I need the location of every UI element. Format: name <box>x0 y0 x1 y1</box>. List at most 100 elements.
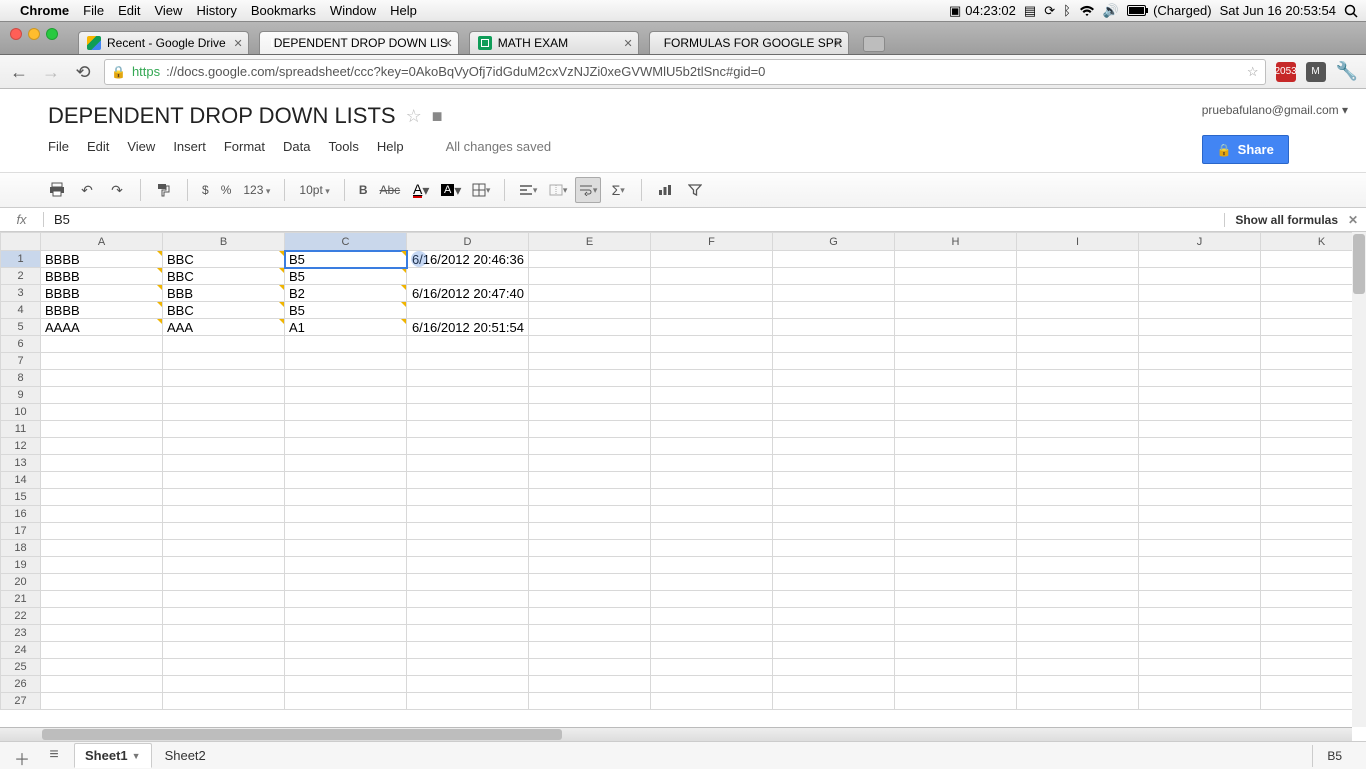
menu-view[interactable]: View <box>127 139 155 154</box>
cell-B18[interactable] <box>163 540 285 557</box>
col-header-F[interactable]: F <box>651 233 773 251</box>
cell-E25[interactable] <box>529 659 651 676</box>
cell-K26[interactable] <box>1261 676 1353 693</box>
cell-A18[interactable] <box>41 540 163 557</box>
cell-F7[interactable] <box>651 353 773 370</box>
cell-G12[interactable] <box>773 438 895 455</box>
cell-K14[interactable] <box>1261 472 1353 489</box>
cell-B20[interactable] <box>163 574 285 591</box>
cell-K15[interactable] <box>1261 489 1353 506</box>
mac-menu-file[interactable]: File <box>83 3 104 18</box>
chrome-menu-icon[interactable]: 🔧 <box>1336 61 1358 82</box>
chevron-down-icon[interactable]: ▼ <box>132 751 141 761</box>
cell-H17[interactable] <box>895 523 1017 540</box>
cell-I15[interactable] <box>1017 489 1139 506</box>
cell-E3[interactable] <box>529 285 651 302</box>
borders-button[interactable] <box>468 177 494 203</box>
cell-C10[interactable] <box>285 404 407 421</box>
font-size-select[interactable]: 10pt <box>295 183 333 197</box>
cell-B26[interactable] <box>163 676 285 693</box>
cell-E4[interactable] <box>529 302 651 319</box>
cell-F19[interactable] <box>651 557 773 574</box>
cell-C22[interactable] <box>285 608 407 625</box>
cell-A7[interactable] <box>41 353 163 370</box>
cell-I21[interactable] <box>1017 591 1139 608</box>
cell-I10[interactable] <box>1017 404 1139 421</box>
cell-F14[interactable] <box>651 472 773 489</box>
cell-J19[interactable] <box>1139 557 1261 574</box>
cell-H23[interactable] <box>895 625 1017 642</box>
cell-E20[interactable] <box>529 574 651 591</box>
cell-A10[interactable] <box>41 404 163 421</box>
cell-E9[interactable] <box>529 387 651 404</box>
cell-D26[interactable] <box>407 676 529 693</box>
cell-G3[interactable] <box>773 285 895 302</box>
cell-B6[interactable] <box>163 336 285 353</box>
cell-C7[interactable] <box>285 353 407 370</box>
cell-K10[interactable] <box>1261 404 1353 421</box>
cell-B17[interactable] <box>163 523 285 540</box>
col-header-E[interactable]: E <box>529 233 651 251</box>
forward-button[interactable]: → <box>40 61 62 83</box>
row-header-27[interactable]: 27 <box>1 693 41 710</box>
cell-I4[interactable] <box>1017 302 1139 319</box>
tab-close-icon[interactable]: ✕ <box>834 37 843 50</box>
cell-B8[interactable] <box>163 370 285 387</box>
cell-D17[interactable] <box>407 523 529 540</box>
row-header-8[interactable]: 8 <box>1 370 41 387</box>
cell-G8[interactable] <box>773 370 895 387</box>
cell-I27[interactable] <box>1017 693 1139 710</box>
cell-A12[interactable] <box>41 438 163 455</box>
cell-K27[interactable] <box>1261 693 1353 710</box>
cell-C2[interactable]: B5 <box>285 268 407 285</box>
cell-H6[interactable] <box>895 336 1017 353</box>
menu-file[interactable]: File <box>48 139 69 154</box>
cell-D25[interactable] <box>407 659 529 676</box>
close-icon[interactable]: ✕ <box>1348 213 1358 227</box>
row-header-5[interactable]: 5 <box>1 319 41 336</box>
fill-color-button[interactable]: A ▾ <box>438 177 464 203</box>
window-close[interactable] <box>10 28 22 40</box>
extension-adblock-icon[interactable]: 2053 <box>1276 62 1296 82</box>
mac-menu-history[interactable]: History <box>196 3 236 18</box>
cell-B11[interactable] <box>163 421 285 438</box>
tab-close-icon[interactable]: ✕ <box>624 37 633 50</box>
cell-K21[interactable] <box>1261 591 1353 608</box>
cell-J13[interactable] <box>1139 455 1261 472</box>
cell-J22[interactable] <box>1139 608 1261 625</box>
cell-F3[interactable] <box>651 285 773 302</box>
cell-C25[interactable] <box>285 659 407 676</box>
cell-G14[interactable] <box>773 472 895 489</box>
cell-A6[interactable] <box>41 336 163 353</box>
cell-G22[interactable] <box>773 608 895 625</box>
cell-F8[interactable] <box>651 370 773 387</box>
cell-I18[interactable] <box>1017 540 1139 557</box>
cell-D22[interactable] <box>407 608 529 625</box>
cell-A17[interactable] <box>41 523 163 540</box>
cell-K18[interactable] <box>1261 540 1353 557</box>
cell-B13[interactable] <box>163 455 285 472</box>
clock[interactable]: Sat Jun 16 20:53:54 <box>1220 3 1336 18</box>
cell-J12[interactable] <box>1139 438 1261 455</box>
cell-C16[interactable] <box>285 506 407 523</box>
sheet-tab[interactable]: Sheet2 <box>154 743 217 768</box>
cell-D2[interactable] <box>407 268 529 285</box>
cell-E12[interactable] <box>529 438 651 455</box>
cell-C20[interactable] <box>285 574 407 591</box>
row-header-12[interactable]: 12 <box>1 438 41 455</box>
cell-K20[interactable] <box>1261 574 1353 591</box>
cell-D4[interactable] <box>407 302 529 319</box>
mac-menu-window[interactable]: Window <box>330 3 376 18</box>
show-all-formulas-button[interactable]: Show all formulas ✕ <box>1224 213 1366 227</box>
filter-button[interactable] <box>682 177 708 203</box>
cell-G24[interactable] <box>773 642 895 659</box>
cell-F6[interactable] <box>651 336 773 353</box>
col-header-G[interactable]: G <box>773 233 895 251</box>
cell-I14[interactable] <box>1017 472 1139 489</box>
number-format-button[interactable]: 123 <box>239 183 274 197</box>
cell-C21[interactable] <box>285 591 407 608</box>
cell-B22[interactable] <box>163 608 285 625</box>
cell-F16[interactable] <box>651 506 773 523</box>
cell-H8[interactable] <box>895 370 1017 387</box>
col-header-A[interactable]: A <box>41 233 163 251</box>
